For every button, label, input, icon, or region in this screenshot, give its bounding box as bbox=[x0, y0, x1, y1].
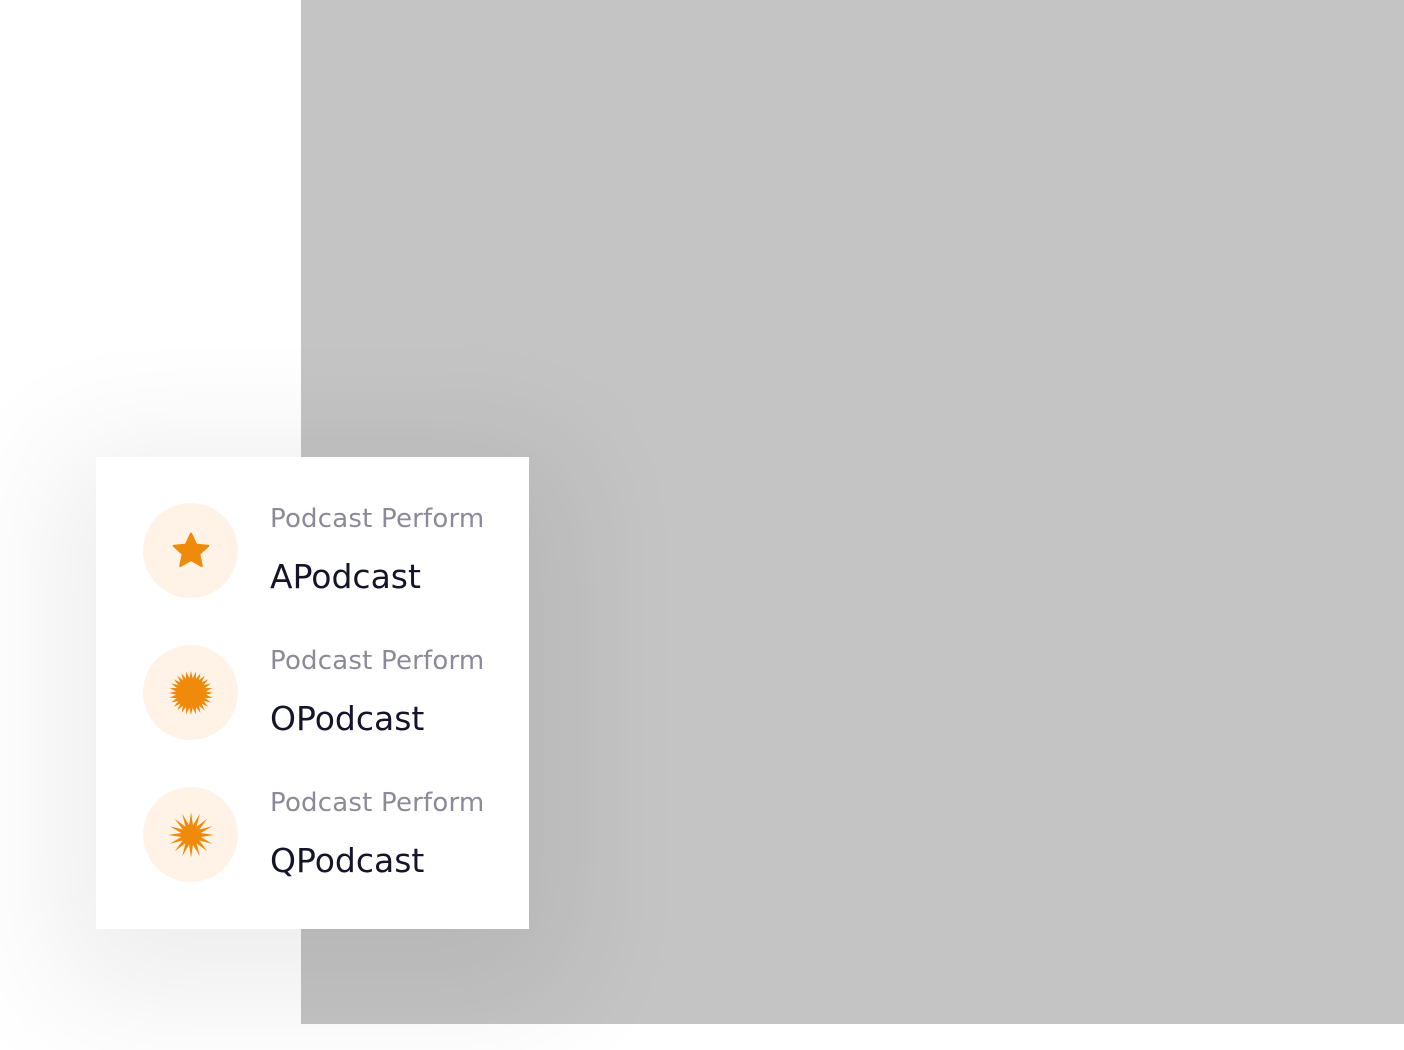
list-item[interactable]: Podcast Perform OPodcast bbox=[96, 645, 529, 787]
spiky-star-icon bbox=[143, 787, 238, 882]
item-label: Podcast Perform bbox=[270, 646, 485, 676]
page: Podcast Perform APodcast Podcast Perform… bbox=[0, 0, 1404, 1050]
item-label: Podcast Perform bbox=[270, 788, 485, 818]
sunburst-icon bbox=[143, 645, 238, 740]
list-item[interactable]: Podcast Perform QPodcast bbox=[96, 787, 529, 929]
item-name: QPodcast bbox=[270, 841, 425, 880]
item-label: Podcast Perform bbox=[270, 504, 485, 534]
item-name: OPodcast bbox=[270, 699, 425, 738]
list-item[interactable]: Podcast Perform APodcast bbox=[96, 503, 529, 645]
star-icon bbox=[143, 503, 238, 598]
podcast-card: Podcast Perform APodcast Podcast Perform… bbox=[96, 457, 529, 929]
item-name: APodcast bbox=[270, 557, 421, 596]
